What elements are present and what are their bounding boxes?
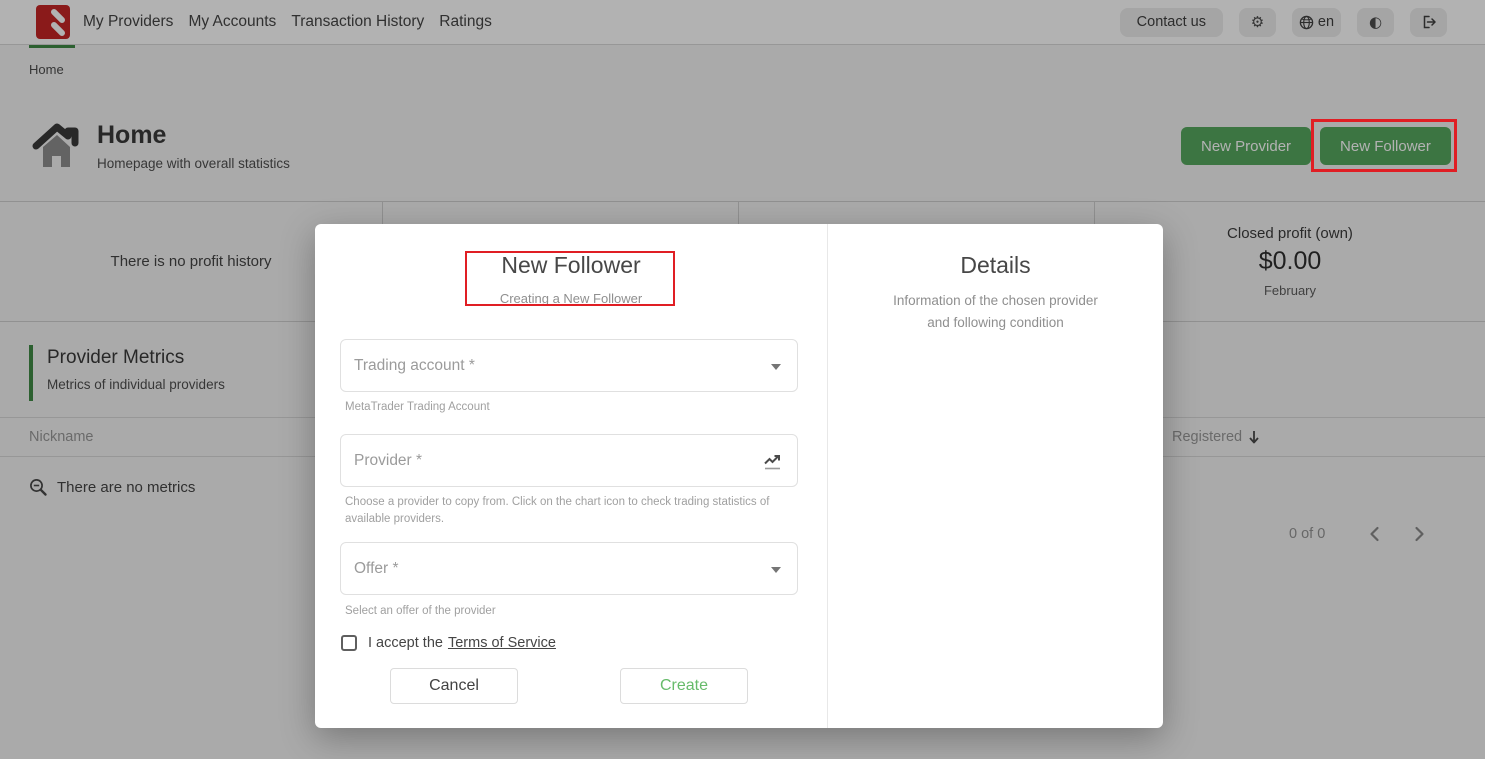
cancel-button[interactable]: Cancel (390, 668, 518, 704)
modal-subtitle: Creating a New Follower (315, 291, 827, 306)
details-title: Details (828, 252, 1163, 279)
details-subtitle: Information of the chosen provider and f… (892, 290, 1100, 333)
terms-checkbox[interactable] (341, 635, 357, 651)
new-follower-modal: New Follower Creating a New Follower Tra… (315, 224, 1163, 728)
modal-form-pane: New Follower Creating a New Follower Tra… (315, 224, 827, 728)
caret-down-icon (771, 567, 781, 573)
provider-stats-button[interactable] (761, 450, 787, 477)
caret-down-icon (771, 364, 781, 370)
modal-details-pane: Details Information of the chosen provid… (827, 224, 1163, 728)
provider-helper: Choose a provider to copy from. Click on… (345, 494, 790, 529)
terms-prefix: I accept the (368, 635, 443, 651)
chart-icon (763, 452, 785, 472)
provider-select[interactable]: Provider * (340, 434, 798, 487)
trading-account-label: Trading account * (354, 340, 475, 392)
provider-label: Provider * (354, 435, 422, 487)
modal-actions: Cancel Create (315, 668, 827, 704)
app-window: My Providers My Accounts Transaction His… (0, 0, 1485, 759)
offer-select[interactable]: Offer * (340, 542, 798, 595)
terms-of-service-link[interactable]: Terms of Service (448, 635, 556, 651)
terms-row: I accept the Terms of Service (341, 635, 556, 651)
trading-account-select[interactable]: Trading account * (340, 339, 798, 392)
trading-account-helper: MetaTrader Trading Account (345, 399, 490, 416)
offer-helper: Select an offer of the provider (345, 603, 496, 620)
offer-label: Offer * (354, 543, 399, 595)
modal-title: New Follower (315, 252, 827, 279)
create-button[interactable]: Create (620, 668, 748, 704)
